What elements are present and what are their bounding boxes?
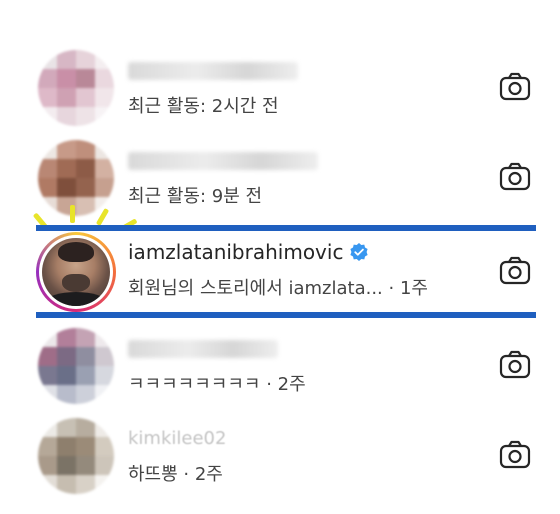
- camera-icon[interactable]: [498, 70, 532, 104]
- avatar: [38, 50, 114, 126]
- last-active-text: 최근 활동: 2시간 전: [128, 96, 279, 117]
- verified-badge-icon: [350, 243, 369, 261]
- message-row[interactable]: kimkilee02 하뜨뽕 · 2주: [0, 408, 560, 504]
- blurred-username: [128, 62, 298, 80]
- camera-icon[interactable]: [498, 438, 532, 472]
- avatar: [38, 418, 114, 494]
- username: kimkilee02: [128, 428, 227, 449]
- last-active-text: 최근 활동: 9분 전: [128, 186, 263, 207]
- avatar: [38, 140, 114, 216]
- highlight-spark-mark: [70, 205, 75, 223]
- username: iamzlatanibrahimovic: [128, 240, 369, 264]
- message-preview-text: ㅋㅋㅋㅋㅋㅋㅋㅋ · 2주: [128, 374, 306, 395]
- camera-icon[interactable]: [498, 160, 532, 194]
- blurred-username: [128, 152, 318, 170]
- camera-icon[interactable]: [498, 348, 532, 382]
- message-row[interactable]: 최근 활동: 9분 전: [0, 130, 560, 226]
- avatar: [38, 328, 114, 404]
- message-row[interactable]: 최근 활동: 2시간 전: [0, 40, 560, 136]
- blurred-username: [128, 340, 278, 358]
- message-row-highlighted[interactable]: iamzlatanibrahimovic 회원님의 스토리에서 iamzlata…: [0, 226, 560, 316]
- message-row[interactable]: ㅋㅋㅋㅋㅋㅋㅋㅋ · 2주: [0, 318, 560, 414]
- camera-icon[interactable]: [498, 254, 532, 288]
- story-ring-avatar: [36, 232, 116, 312]
- message-preview-text: 하뜨뽕 · 2주: [128, 464, 223, 485]
- story-reply-text: 회원님의 스토리에서 iamzlata... · 1주: [128, 278, 428, 299]
- avatar: [42, 238, 110, 306]
